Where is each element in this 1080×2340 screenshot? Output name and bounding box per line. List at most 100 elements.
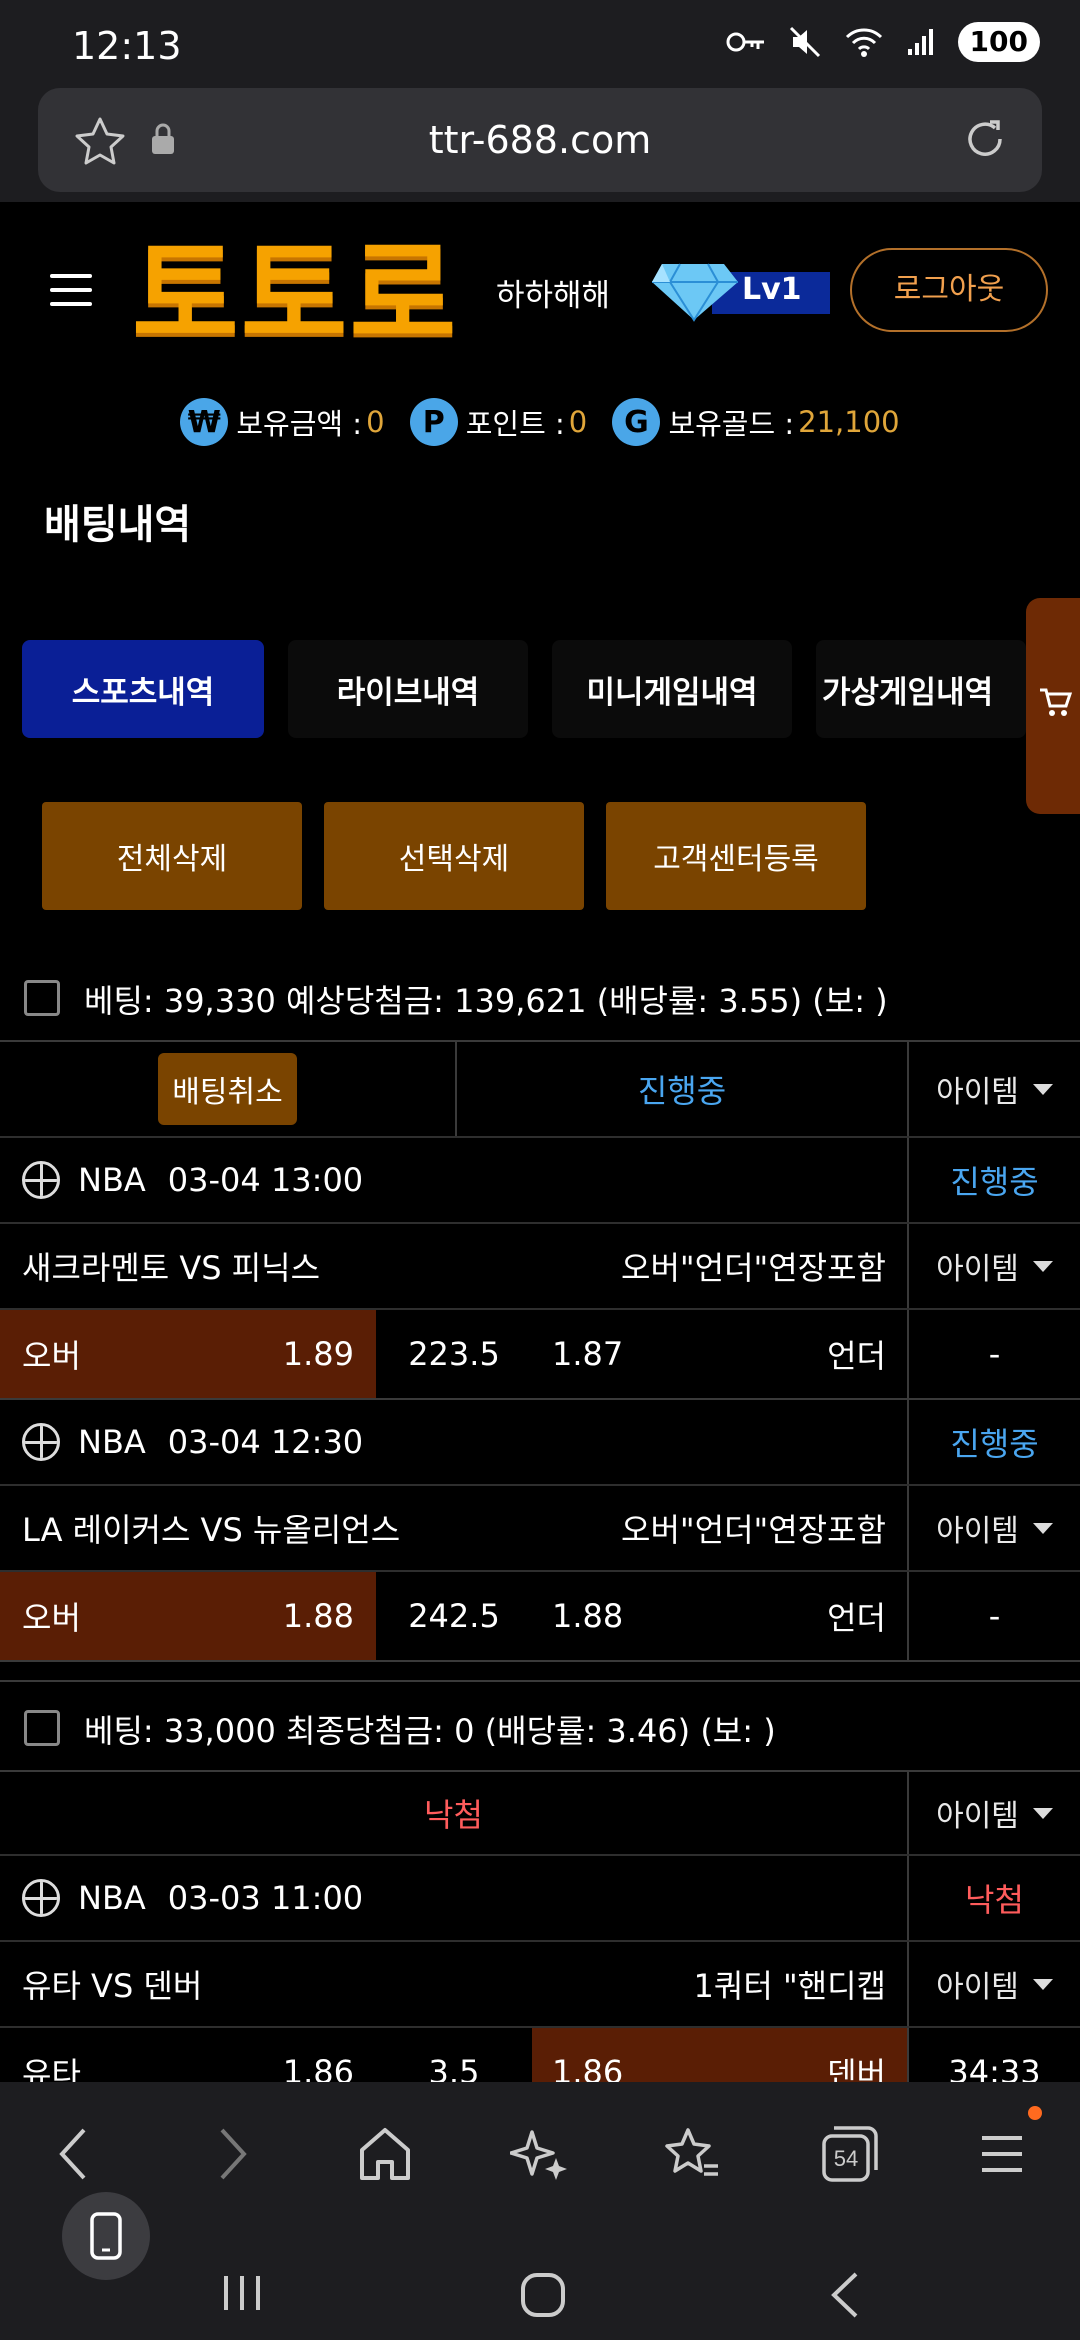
bet-checkbox[interactable] [24,1710,60,1746]
teams: LA 레이커스 VS 뉴올리언스 [22,1511,401,1549]
odds-row: 오버 1.88 242.5 1.88 언더 - [0,1572,1080,1662]
bet-summary: 베팅: 39,330 예상당첨금: 139,621 (배당률: 3.55) (보… [0,952,1080,1042]
game-header-row: NBA 03-04 13:00 진행중 [0,1138,1080,1224]
point-value: 0 [568,405,588,439]
result: - [988,1335,1001,1373]
delete-all-button[interactable]: 전체삭제 [42,802,302,910]
tabs-icon[interactable]: 54 [820,2124,878,2184]
bet-status-row: 낙첨 아이템 [0,1772,1080,1856]
item-dropdown-label: 아이템 [936,1514,1019,1549]
item-dropdown[interactable]: 아이템 [909,1942,1080,2026]
key-icon [726,32,764,52]
tab-virtual[interactable]: 가상게임내역 [816,640,1026,738]
point-asset: P 포인트 : 0 [409,398,588,446]
game-teams-row: 새크라멘토 VS 피닉스 오버"언더"연장포함 아이템 [0,1224,1080,1310]
basketball-icon [22,1423,60,1461]
menu-icon[interactable] [50,274,92,306]
username: 하하해해 [496,278,611,314]
money-value: 0 [366,405,385,439]
site-logo[interactable]: 토토로 [132,232,458,360]
menu-icon[interactable] [978,2124,1026,2184]
market: 오버"언더"연장포함 [621,1249,886,1287]
bet-checkbox[interactable] [24,980,60,1016]
under-label: 언더 [827,1599,886,1637]
system-back-icon[interactable] [826,2270,866,2320]
gold-label: 보유골드 : [668,407,795,441]
gold-asset: G 보유골드 : 21,100 [612,398,900,446]
logout-button[interactable]: 로그아웃 [850,248,1048,332]
home-icon[interactable] [358,2124,412,2184]
register-support-button[interactable]: 고객센터등록 [606,802,866,910]
recent-apps-icon[interactable] [218,2270,268,2316]
under-selection[interactable]: 1.87 언더 [532,1310,908,1398]
basketball-icon [22,1879,60,1917]
tab-minigame[interactable]: 미니게임내역 [552,640,792,738]
result: - [988,1597,1001,1635]
game-datetime: 03-03 11:00 [167,1879,364,1917]
bet-status: 낙첨 [424,1796,483,1834]
under-label: 언더 [827,1337,886,1375]
browser-bottom-bar: 54 [0,2082,1080,2340]
status-bar: 12:13 100 [0,0,1080,84]
browser-toolbar: ttr-688.com [0,84,1080,202]
over-selection[interactable]: 오버 1.89 [0,1310,376,1398]
caret-down-icon [1032,1807,1053,1819]
game-datetime: 03-04 13:00 [167,1161,364,1199]
over-label: 오버 [22,1599,81,1637]
sparkle-icon[interactable] [510,2124,568,2184]
item-dropdown[interactable]: 아이템 [909,1042,1080,1136]
reload-icon[interactable] [960,114,1010,164]
bookmarks-icon[interactable] [664,2124,722,2184]
cart-icon [1040,688,1072,716]
forward-icon[interactable] [212,2124,252,2184]
point-icon: P [409,398,458,446]
teams: 유타 VS 덴버 [22,1967,203,2005]
item-dropdown[interactable]: 아이템 [909,1486,1080,1570]
game-header-row: NBA 03-03 11:00 낙첨 [0,1856,1080,1942]
page-title: 배팅내역 [44,502,192,548]
cancel-bet-button[interactable]: 배팅취소 [158,1053,297,1125]
url-text: ttr-688.com [428,118,652,162]
caret-down-icon [1032,1083,1053,1095]
device-mode-button[interactable] [62,2192,150,2280]
game-status: 낙첨 [965,1881,1024,1919]
battery-indicator: 100 [957,22,1040,62]
tab-sports[interactable]: 스포츠내역 [22,640,264,738]
notification-dot [1028,2106,1042,2120]
tab-live[interactable]: 라이브내역 [288,640,528,738]
delete-selected-button[interactable]: 선택삭제 [324,802,584,910]
game-header-row: NBA 03-04 12:30 진행중 [0,1400,1080,1486]
over-selection[interactable]: 오버 1.88 [0,1572,376,1660]
gold-value: 21,100 [798,405,900,439]
league: NBA [78,1423,146,1461]
asset-summary: ₩ 보유금액 : 0 P 포인트 : 0 G 보유골드 : 21,100 [0,398,1080,458]
item-dropdown-label: 아이템 [936,1075,1019,1110]
caret-down-icon [1032,1522,1053,1534]
league: NBA [78,1879,146,1917]
game-status: 진행중 [950,1425,1039,1463]
level-text: Lv1 [742,272,802,307]
odds-row: 오버 1.89 223.5 1.87 언더 - [0,1310,1080,1400]
point-label: 포인트 : [465,407,565,441]
cart-side-tab[interactable] [1026,598,1080,814]
over-label: 오버 [22,1337,81,1375]
under-selection[interactable]: 1.88 언더 [532,1572,908,1660]
bet-summary: 베팅: 33,000 최종당첨금: 0 (배당률: 3.46) (보: ) [0,1680,1080,1772]
item-dropdown[interactable]: 아이템 [909,1772,1080,1854]
phone-icon [90,2212,122,2260]
game-datetime: 03-04 12:30 [167,1423,364,1461]
item-dropdown-label: 아이템 [936,1970,1019,2005]
system-home-icon[interactable] [518,2270,568,2320]
action-buttons: 전체삭제 선택삭제 고객센터등록 [42,802,866,910]
teams: 새크라멘토 VS 피닉스 [22,1249,321,1287]
item-dropdown[interactable]: 아이템 [909,1224,1080,1308]
bet-status: 진행중 [637,1072,727,1110]
over-odds: 1.89 [282,1335,354,1373]
under-odds: 1.88 [552,1597,624,1635]
address-bar[interactable]: ttr-688.com [38,88,1042,192]
caret-down-icon [1032,1260,1053,1272]
status-time: 12:13 [72,24,182,68]
history-tabs: 스포츠내역 라이브내역 미니게임내역 가상게임내역 [22,640,1026,740]
league: NBA [78,1161,146,1199]
back-icon[interactable] [54,2124,94,2184]
